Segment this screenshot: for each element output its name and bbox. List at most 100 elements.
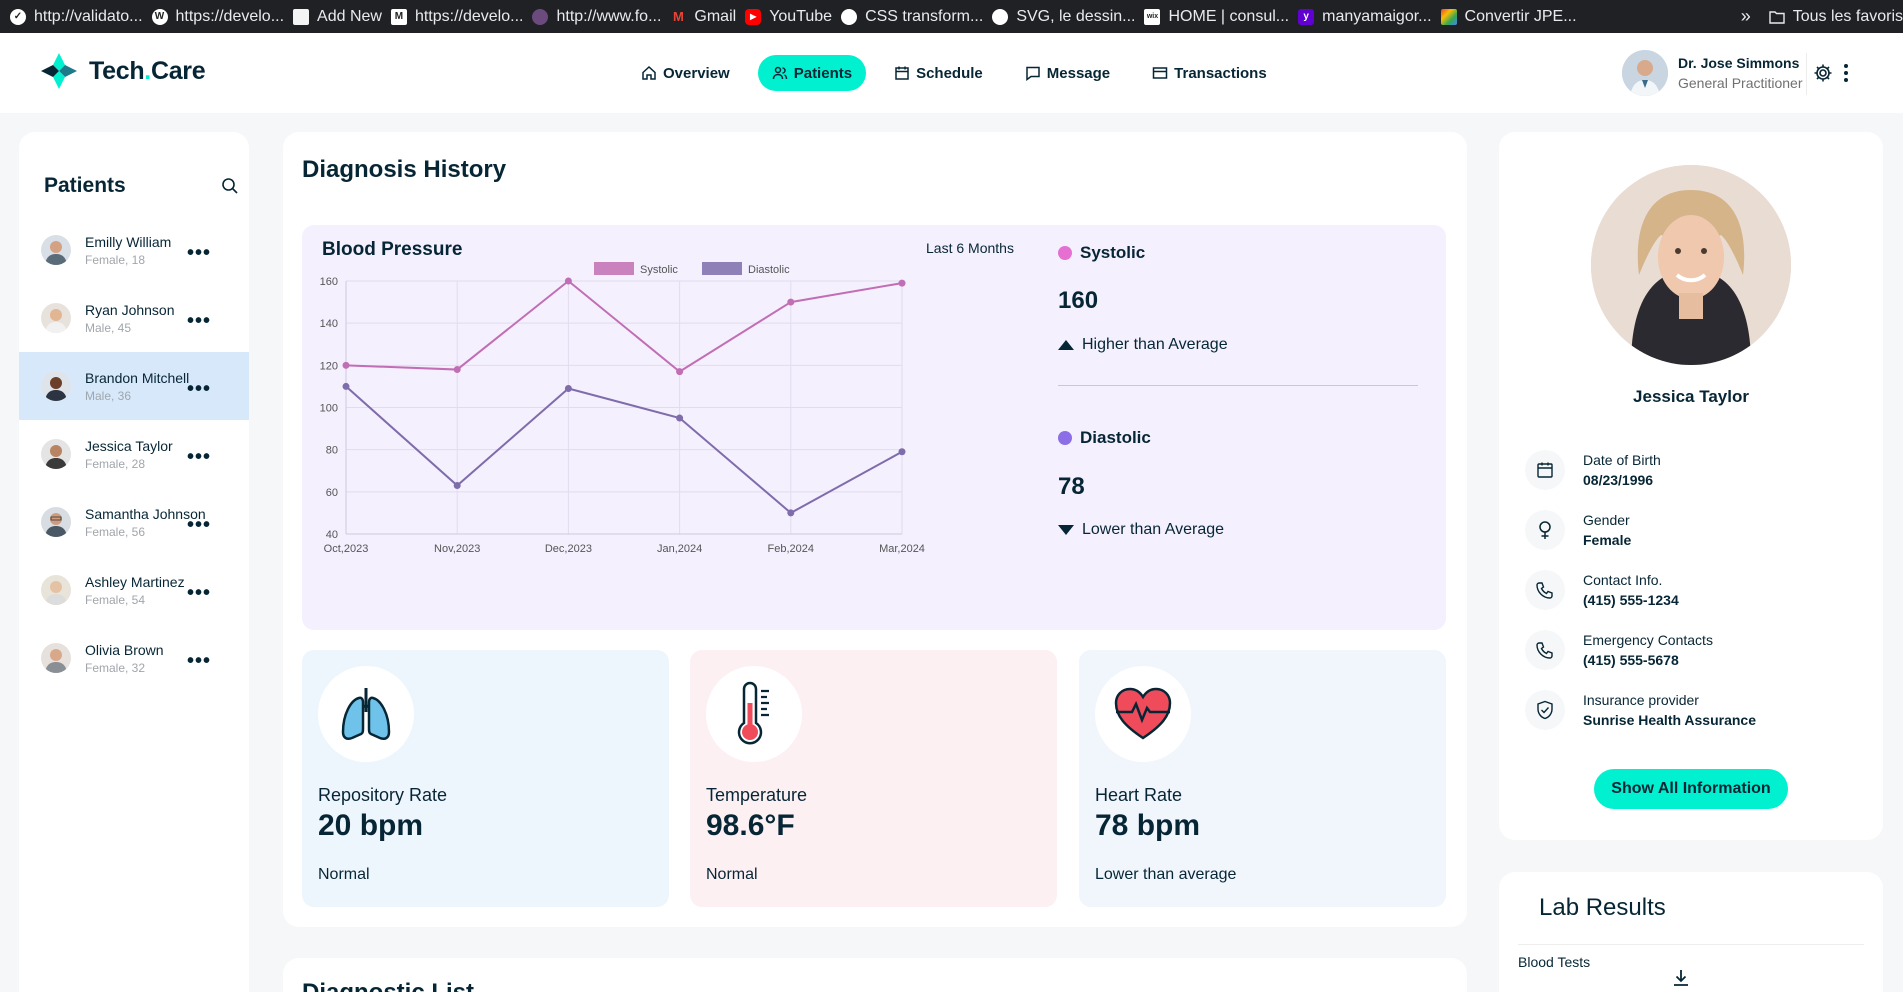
avatar — [1622, 50, 1668, 96]
data-point — [453, 366, 461, 374]
patient-meta: Female, 28 — [85, 456, 146, 471]
card-status: Normal — [706, 866, 758, 883]
profile-field-emergency: Emergency Contacts (415) 555-5678 — [1525, 630, 1713, 670]
card-value: 98.6°F — [706, 809, 795, 842]
systolic-label: Systolic — [1058, 243, 1145, 263]
bookmarks-bar: ✓ http://validato... Whttps://develo... A… — [0, 0, 1903, 33]
more-bookmarks-button[interactable]: » — [1741, 6, 1751, 27]
patient-row[interactable]: Ashley Martinez Female, 54 ••• — [19, 556, 249, 624]
legend-swatch — [594, 262, 634, 275]
patient-row[interactable]: Jessica Taylor Female, 28 ••• — [19, 420, 249, 488]
lab-result-item[interactable]: Blood Tests — [1518, 954, 1590, 970]
patient-name: Jessica Taylor — [85, 437, 173, 454]
diagnostic-list-title: Diagnostic List — [302, 979, 474, 992]
y-tick-label: 120 — [320, 360, 338, 372]
more-options-icon[interactable]: ••• — [187, 378, 211, 401]
x-tick-label: Dec,2023 — [545, 543, 592, 555]
globe-icon — [992, 8, 1009, 25]
arrow-down-icon — [1058, 525, 1074, 535]
more-options-icon[interactable]: ••• — [187, 242, 211, 265]
patient-meta: Female, 54 — [85, 592, 146, 607]
more-vertical-icon[interactable] — [1843, 63, 1849, 83]
more-options-icon[interactable]: ••• — [187, 582, 211, 605]
diastolic-comparison: Lower than Average — [1058, 521, 1224, 539]
bookmark[interactable]: SVG, le dessin... — [992, 0, 1144, 33]
bookmark[interactable]: y manyamaigor... — [1298, 0, 1440, 33]
doctor-profile[interactable]: Dr. Jose Simmons General Practitioner — [1622, 50, 1803, 96]
divider — [1806, 53, 1807, 95]
patients-title: Patients — [44, 174, 126, 197]
download-icon[interactable] — [1671, 968, 1691, 988]
brand-logo[interactable]: Tech.Care — [39, 51, 206, 91]
y-tick-label: 140 — [320, 318, 338, 330]
patient-row[interactable]: Ryan Johnson Male, 45 ••• — [19, 284, 249, 352]
bookmark[interactable]: http://www.fo... — [532, 0, 670, 33]
avatar — [41, 235, 71, 265]
legend-label: Diastolic — [748, 264, 790, 276]
divider — [1518, 944, 1864, 945]
patient-row[interactable]: Samantha Johnson Female, 56 ••• — [19, 488, 249, 556]
youtube-icon: ▶ — [745, 8, 762, 25]
users-icon — [772, 66, 787, 80]
bookmark[interactable]: Mhttps://develo... — [390, 0, 533, 33]
x-tick-label: Jan,2024 — [657, 543, 702, 555]
y-tick-label: 60 — [326, 487, 338, 499]
calendar-icon — [1525, 450, 1565, 490]
bookmark[interactable]: ▶ YouTube — [745, 0, 841, 33]
search-icon[interactable] — [221, 177, 239, 195]
patient-profile-panel: Jessica Taylor Date of Birth 08/23/1996 G… — [1499, 132, 1883, 840]
card-icon-wrap — [318, 666, 414, 762]
data-point — [787, 298, 795, 306]
top-navbar: Tech.Care Overview Patients Schedule Mes… — [0, 33, 1903, 113]
more-options-icon[interactable]: ••• — [187, 310, 211, 333]
divider — [1058, 385, 1418, 386]
blood-pressure-chart: 40 60 80 100 120 140 160 Oct,2023 Nov,2023 Dec,20… — [320, 262, 925, 555]
bookmark[interactable]: CSS transform... — [841, 0, 992, 33]
patient-meta: Male, 36 — [85, 388, 132, 403]
diastolic-dot — [1058, 431, 1072, 445]
nav-overview[interactable]: Overview — [627, 55, 744, 91]
data-point — [564, 277, 572, 285]
bookmark[interactable]: ✓ http://validato... — [10, 0, 152, 33]
header-actions — [1813, 63, 1849, 83]
lab-results-title: Lab Results — [1539, 894, 1666, 921]
avatar — [41, 303, 71, 333]
calendar-icon — [895, 66, 909, 80]
all-bookmarks-folder[interactable]: Tous les favoris — [1769, 8, 1903, 26]
patient-name: Emilly William — [85, 233, 172, 250]
data-point — [453, 482, 461, 490]
y-tick-label: 40 — [326, 529, 338, 541]
more-options-icon[interactable]: ••• — [187, 650, 211, 673]
avatar — [41, 643, 71, 673]
patient-row[interactable]: Emilly William Female, 18 ••• — [19, 216, 249, 284]
more-options-icon[interactable]: ••• — [187, 514, 211, 537]
patient-row-selected[interactable]: Brandon Mitchell Male, 36 ••• — [19, 352, 249, 420]
thermometer-icon — [737, 681, 769, 745]
data-point — [898, 448, 906, 456]
heart-icon — [1114, 687, 1172, 740]
brand-name: Tech.Care — [89, 56, 206, 85]
bookmark[interactable]: M Gmail — [670, 0, 745, 33]
card-value: 78 bpm — [1095, 809, 1201, 842]
data-point — [676, 368, 684, 376]
nav-message[interactable]: Message — [1011, 55, 1124, 91]
bookmark[interactable]: Convertir JPE... — [1440, 0, 1586, 33]
more-options-icon[interactable]: ••• — [187, 446, 211, 469]
yahoo-icon: y — [1298, 8, 1315, 25]
nav-schedule[interactable]: Schedule — [880, 55, 997, 91]
systolic-comparison: Higher than Average — [1058, 336, 1228, 354]
bookmark[interactable]: Add New — [293, 0, 391, 33]
nav-patients[interactable]: Patients — [757, 55, 867, 91]
card-label: Temperature — [706, 785, 808, 805]
nav-transactions[interactable]: Transactions — [1138, 55, 1281, 91]
show-all-information-button[interactable]: Show All Information — [1594, 769, 1788, 809]
patient-row[interactable]: Olivia Brown Female, 32 ••• — [19, 624, 249, 692]
legend-swatch — [702, 262, 742, 275]
gear-icon[interactable] — [1813, 63, 1833, 83]
phone-icon — [1525, 570, 1565, 610]
bookmark[interactable]: Whttps://develo... — [151, 0, 294, 33]
bookmark[interactable]: wix HOME | consul... — [1144, 0, 1298, 33]
card-label: Repository Rate — [318, 785, 448, 805]
x-tick-label: Mar,2024 — [879, 543, 925, 555]
main-nav: Overview Patients Schedule Message Trans… — [627, 55, 1281, 91]
